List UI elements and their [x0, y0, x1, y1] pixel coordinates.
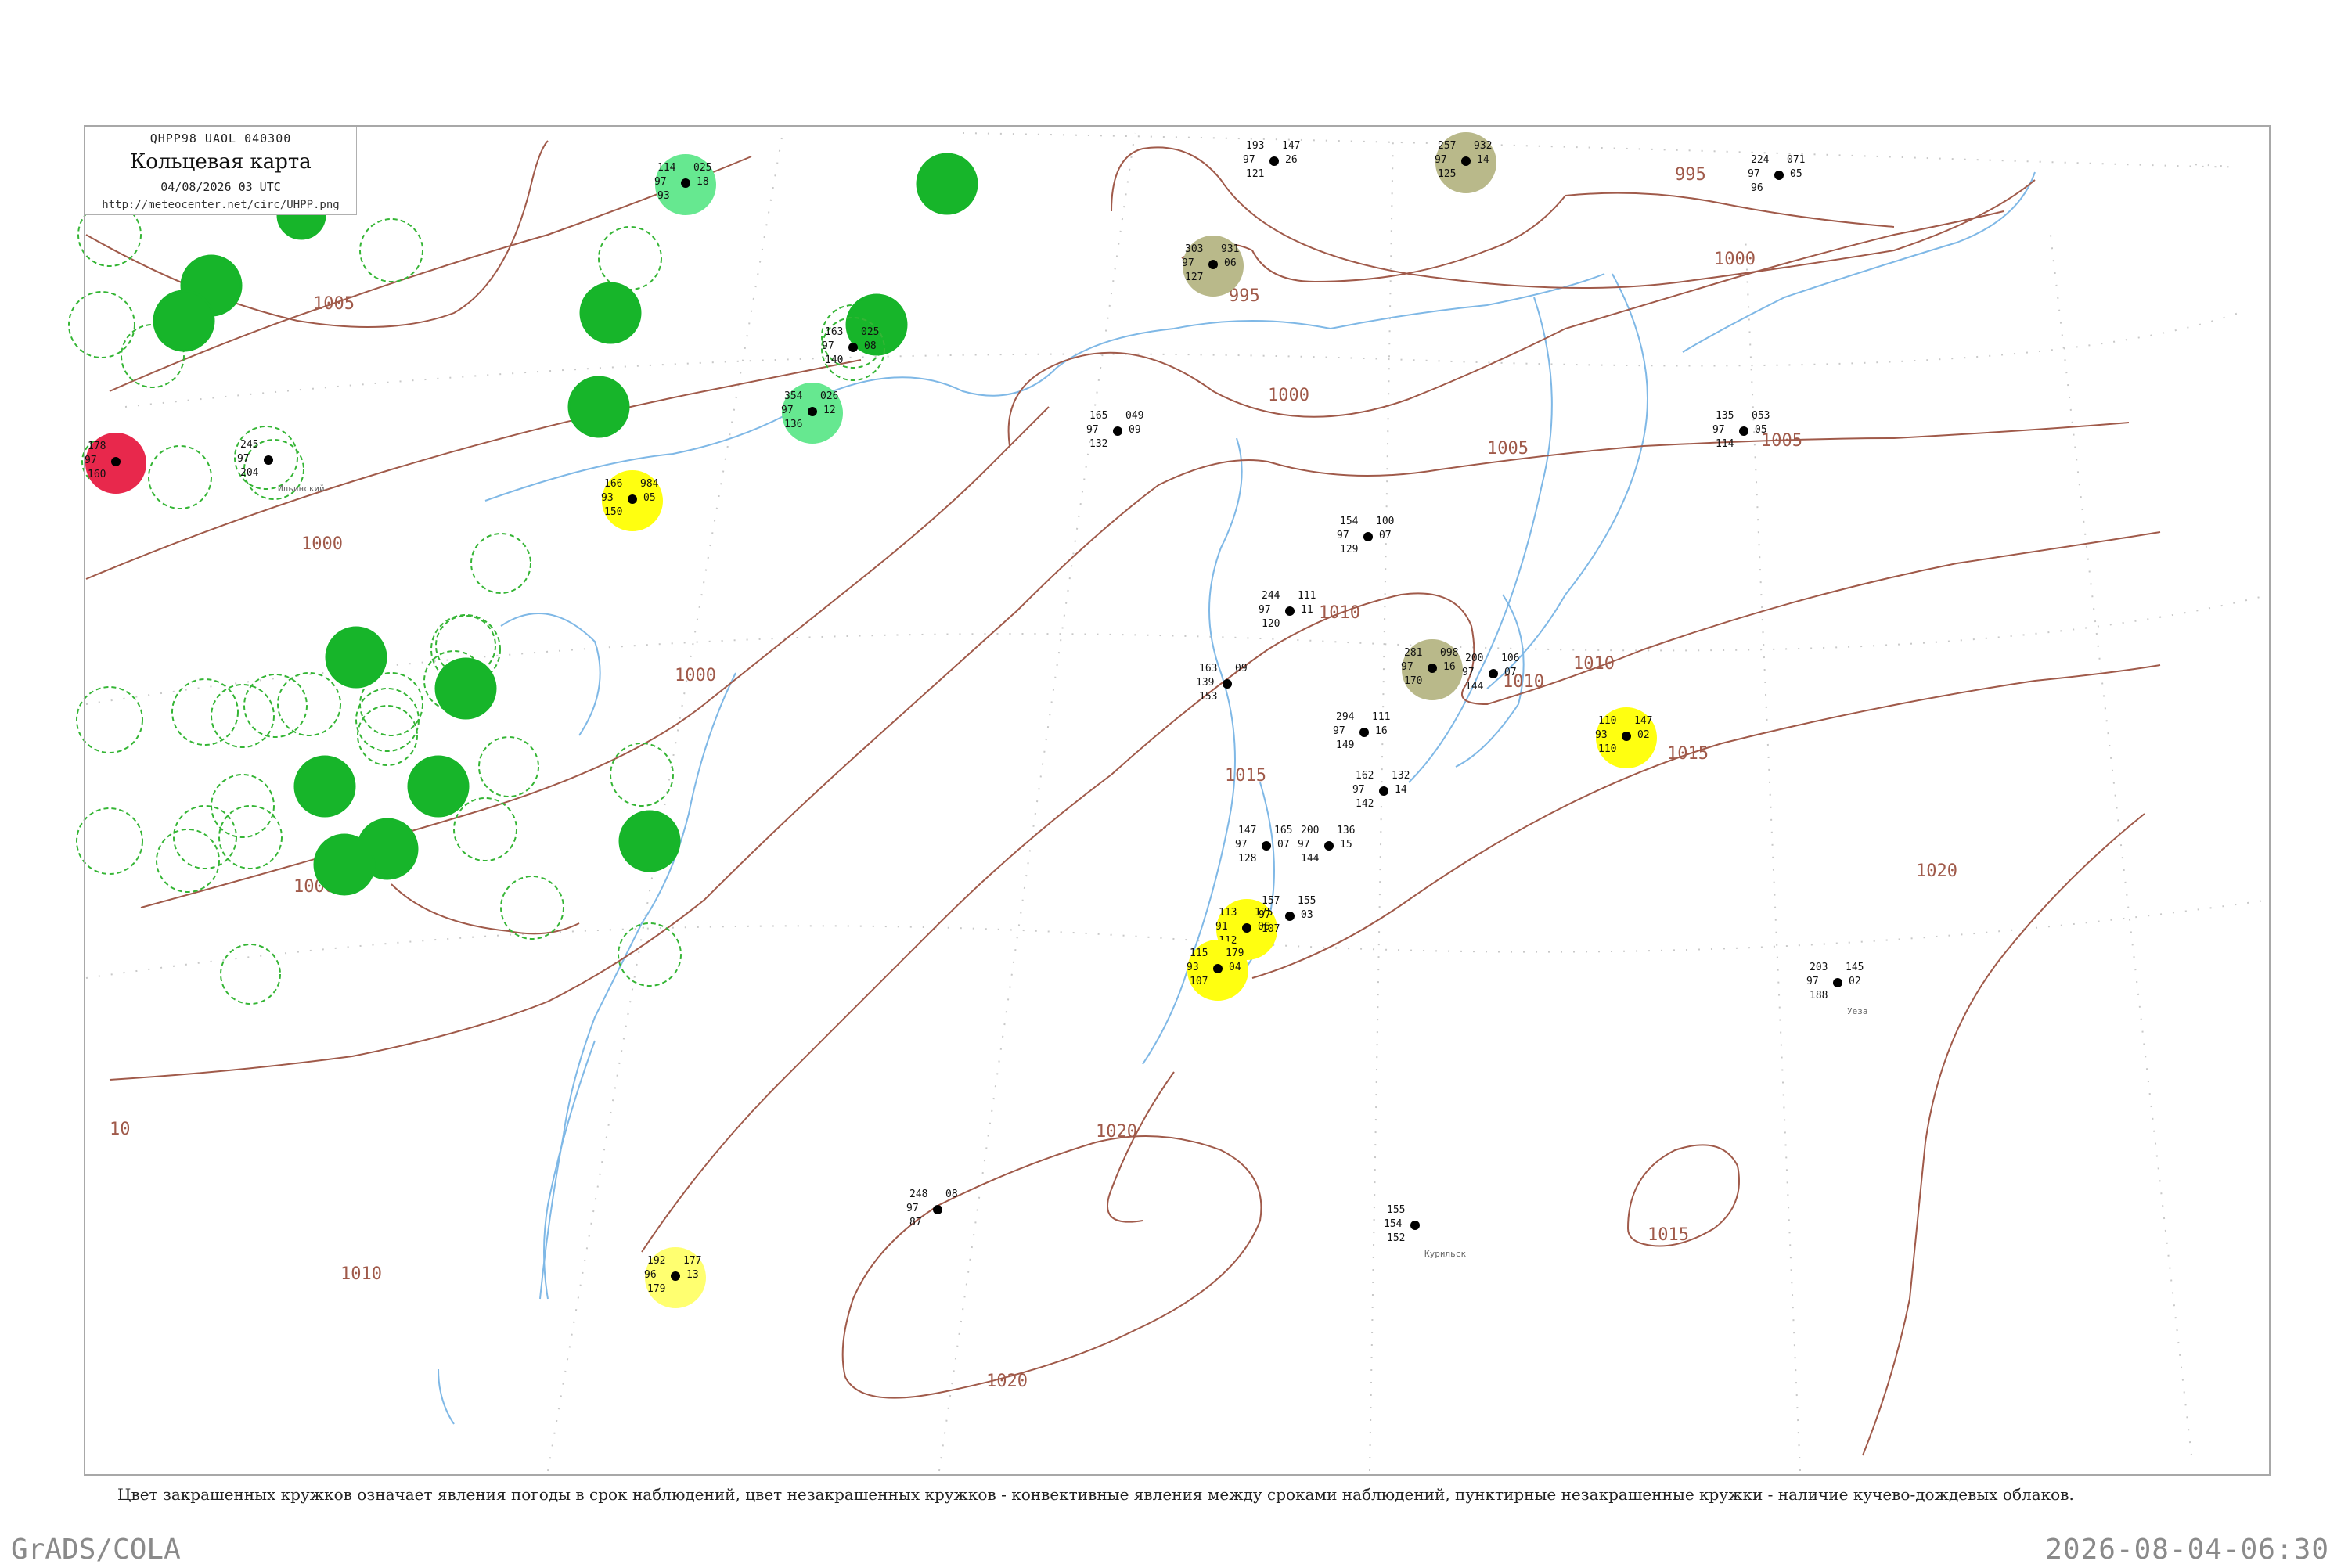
map-frame: [84, 125, 2271, 1476]
map-title: Кольцевая карта: [130, 150, 312, 174]
software-credit: GrADS/COLA: [11, 1534, 181, 1566]
legend-caption: Цвет закрашенных кружков означает явлени…: [117, 1485, 2074, 1504]
render-timestamp: 2026-08-04-06:30: [2045, 1534, 2329, 1566]
source-url: http://meteocenter.net/circ/UHPP.png: [102, 199, 340, 211]
map-title-box: QHPP98 UAOL 040300 Кольцевая карта 04/08…: [85, 127, 357, 215]
synoptic-map: 1005 1000 1000 995 995 1000 1000 1005 10…: [0, 0, 2348, 1566]
bulletin-code: QHPP98 UAOL 040300: [149, 131, 292, 146]
map-datetime: 04/08/2026 03 UTC: [160, 180, 281, 194]
